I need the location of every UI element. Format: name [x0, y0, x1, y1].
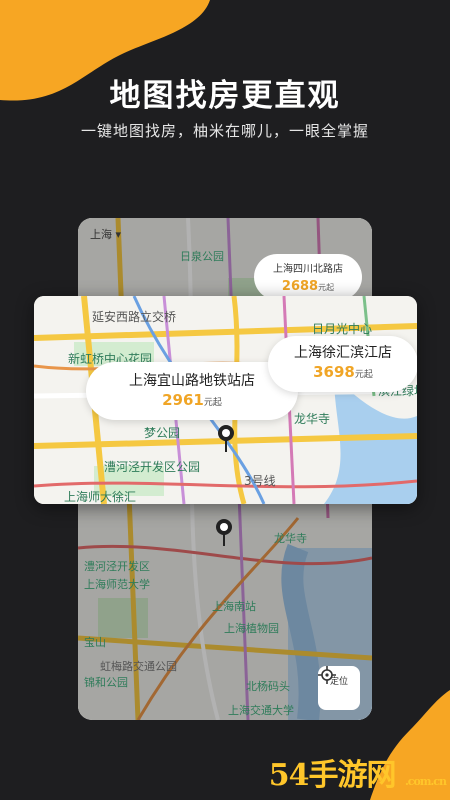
map-label: 龙华寺 — [274, 532, 307, 545]
price-unit: 元起 — [354, 370, 373, 380]
price-unit: 元起 — [203, 398, 222, 408]
map-label: 澧河泾开发区 — [84, 560, 150, 573]
zoomed-map-card: 延安西路立交桥 新虹桥中心花园 梦公园 漕河泾开发区公园 上海师大徐汇 日月光中… — [34, 296, 417, 504]
watermark-text: 54手游网 — [268, 758, 397, 793]
store-marker-bubble[interactable]: 上海宜山路地铁站店 2961元起 — [86, 362, 298, 420]
map-label: 锦和公园 — [84, 676, 128, 689]
map-label: 漕河泾开发区公园 — [104, 460, 201, 474]
store-name: 上海徐汇滨江店 — [294, 345, 392, 361]
promo-headline: 地图找房更直观 — [109, 78, 341, 114]
store-name: 上海宜山路地铁站店 — [129, 373, 255, 389]
store-price: 2688 — [281, 279, 319, 294]
map-label: 日月光中心 — [312, 322, 373, 336]
map-label: 上海交通大学 — [228, 704, 294, 717]
location-pin-icon[interactable] — [216, 424, 236, 454]
store-marker-bubble[interactable]: 上海四川北路店 2688元起 — [254, 254, 362, 300]
location-pin-icon[interactable] — [214, 518, 234, 548]
map-label: 梦公园 — [144, 426, 181, 440]
locate-button[interactable]: 定位 — [318, 666, 360, 710]
crosshair-icon — [318, 666, 336, 684]
site-watermark: 54手游网 .com.cn — [268, 750, 447, 794]
city-selector[interactable]: 上海 ▾ — [90, 226, 121, 242]
store-price: 3698 — [313, 363, 355, 381]
store-name: 上海四川北路店 — [273, 264, 343, 275]
map-label: 北杨码头 — [246, 680, 290, 693]
watermark-tld: .com.cn — [404, 775, 447, 788]
promo-subline: 一键地图找房，柚米在哪儿，一眼全掌握 — [80, 122, 369, 140]
map-label: 延安西路立交桥 — [92, 310, 177, 324]
map-label: 上海师范大学 — [84, 578, 150, 591]
map-label: 宝山 — [84, 636, 106, 649]
price-unit: 元起 — [318, 283, 335, 292]
store-marker-bubble[interactable]: 上海徐汇滨江店 3698元起 — [268, 336, 417, 392]
map-label: 上海南站 — [212, 600, 256, 613]
map-label: 龙华寺 — [294, 412, 331, 426]
map-label: 上海植物园 — [224, 622, 279, 635]
map-label: 虹梅路交通公园 — [100, 660, 177, 673]
map-label: 上海师大徐汇 — [64, 490, 137, 504]
store-price: 2961 — [162, 391, 204, 409]
map-label: 3号线 — [244, 474, 276, 488]
map-label: 日泉公园 — [180, 250, 224, 263]
